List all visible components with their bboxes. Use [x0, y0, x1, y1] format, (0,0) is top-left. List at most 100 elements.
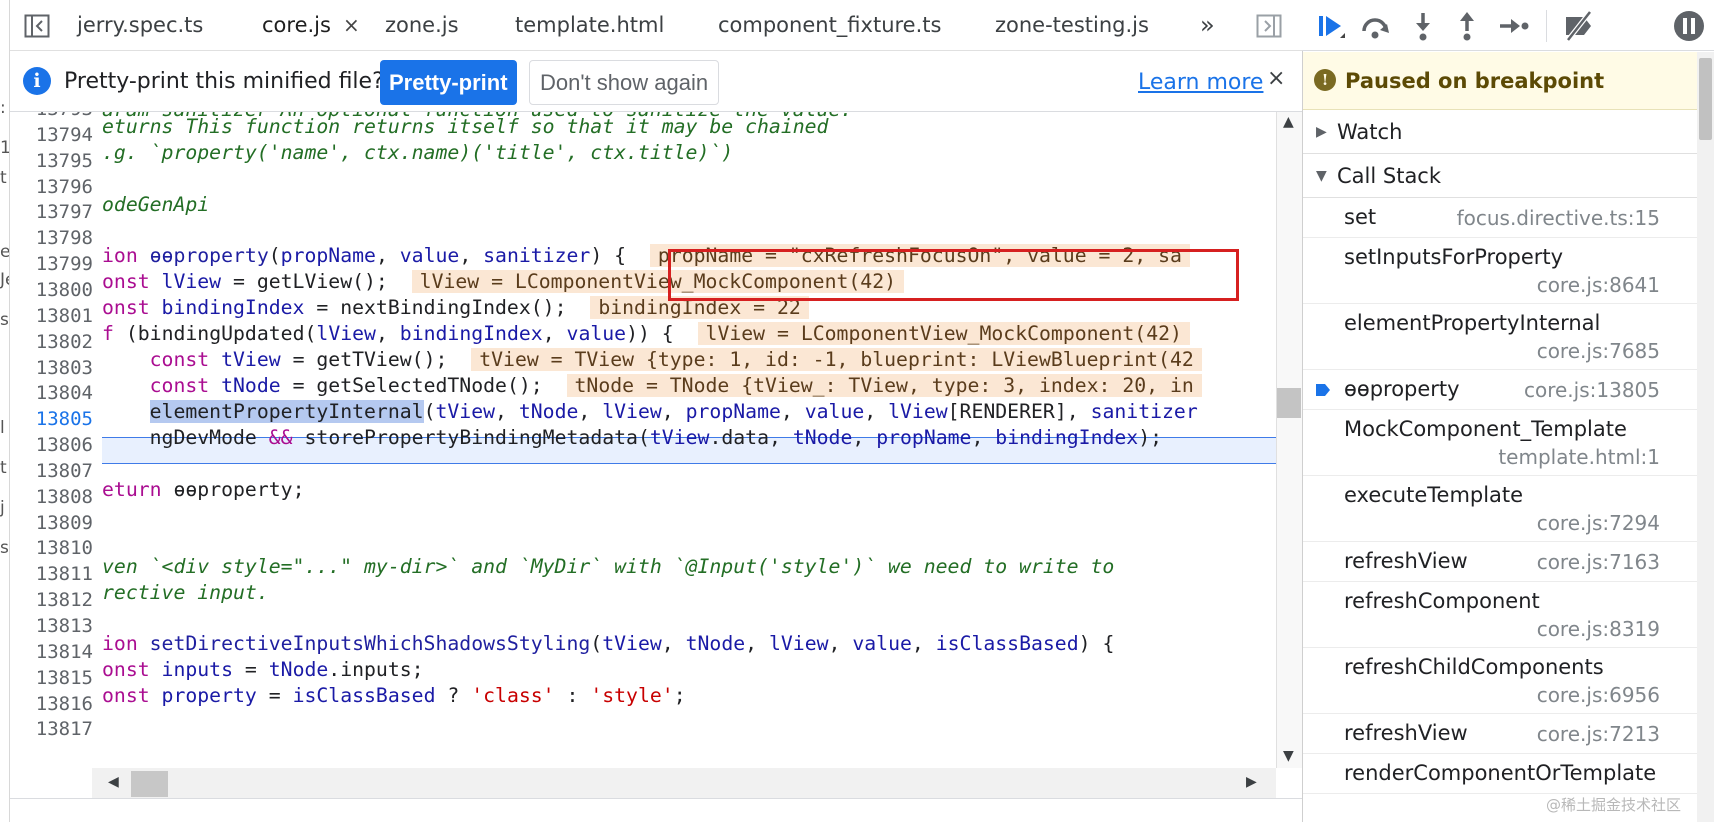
line-number[interactable]: 13794 [10, 124, 93, 146]
line-number[interactable]: 13810 [10, 537, 93, 559]
line-number[interactable]: 13798 [10, 227, 93, 249]
step-icon[interactable] [1496, 9, 1530, 43]
left-edge-glyph: t [0, 168, 7, 188]
frame-location[interactable]: core.js:7294 [1537, 511, 1660, 535]
frame-location[interactable]: template.html:1 [1498, 445, 1660, 469]
frame-location[interactable]: core.js:8641 [1537, 273, 1660, 297]
tab-zone-js[interactable]: zone.js [385, 0, 459, 51]
line-number[interactable]: 13814 [10, 641, 93, 663]
resume-icon[interactable] [1314, 9, 1348, 43]
frame-function-name: MockComponent_Template [1344, 417, 1627, 441]
debugger-toolbar [1302, 0, 1714, 51]
tab-template-html[interactable]: template.html [515, 0, 664, 51]
step-into-icon[interactable] [1406, 9, 1440, 43]
frame-function-name: renderComponentOrTemplate [1344, 761, 1657, 785]
frame-location[interactable]: core.js:13805 [1524, 378, 1660, 402]
left-edge-glyph: l [0, 418, 5, 438]
frame-function-name: refreshView [1344, 549, 1468, 573]
line-number[interactable]: 13808 [10, 486, 93, 508]
frame-location[interactable]: core.js:7213 [1537, 722, 1660, 746]
toolbar-divider [1546, 10, 1547, 42]
call-stack-frame[interactable]: MockComponent_Template template.html:1 [1303, 410, 1697, 476]
step-over-icon[interactable] [1358, 9, 1392, 43]
call-stack-frame[interactable]: refreshView core.js:7213 [1303, 714, 1697, 754]
scroll-right-icon[interactable]: ▶ [1246, 774, 1257, 790]
code-line: f (bindingUpdated(lView, bindingIndex, v… [102, 322, 1190, 345]
call-stack-frame[interactable]: refreshComponent core.js:8319 [1303, 582, 1697, 648]
tab-close-icon[interactable]: × [343, 13, 360, 37]
step-out-icon[interactable] [1450, 9, 1484, 43]
code-line: onst property = isClassBased ? 'class' :… [102, 684, 686, 707]
editor-vertical-scrollbar[interactable]: ▲ ▼ [1276, 112, 1302, 768]
tab-core-js[interactable]: core.js × [262, 0, 360, 51]
code-line: eturns This function returns itself so t… [102, 115, 829, 138]
learn-more-link[interactable]: Learn more [1138, 52, 1263, 114]
editor-vertical-scroll-thumb[interactable] [1277, 388, 1301, 418]
line-number[interactable]: 13815 [10, 667, 93, 689]
editor-horizontal-scrollbar[interactable]: ◀ ▶ [92, 768, 1276, 798]
line-number[interactable]: 13796 [10, 176, 93, 198]
editor-horizontal-scroll-thumb[interactable] [131, 771, 168, 797]
call-stack-frame[interactable]: refreshView core.js:7163 [1303, 542, 1697, 582]
more-tabs-icon[interactable]: » [1200, 0, 1215, 51]
tab-component-fixture[interactable]: component_fixture.ts [718, 0, 941, 51]
frame-location[interactable]: focus.directive.ts:15 [1457, 206, 1660, 230]
code-editor[interactable]: 13793 13794 13795 13796 13797 13798 13799 13800… [10, 112, 1276, 798]
call-stack-frame[interactable]: executeTemplate core.js:7294 [1303, 476, 1697, 542]
sidebar-scrollbar[interactable] [1697, 52, 1714, 822]
line-number[interactable]: 13801 [10, 305, 93, 327]
tab-zone-testing[interactable]: zone-testing.js [995, 0, 1149, 51]
toggle-debugger-icon[interactable] [1256, 13, 1282, 39]
watch-section-header[interactable]: ▶ Watch [1303, 110, 1697, 154]
line-number[interactable]: 13797 [10, 201, 93, 223]
frame-location[interactable]: core.js:8319 [1537, 617, 1660, 641]
line-number[interactable]: 13793 [10, 112, 93, 120]
infobar-message: Pretty-print this minified file? [64, 69, 384, 94]
line-number[interactable]: 13806 [10, 434, 93, 456]
frame-location[interactable]: core.js:7685 [1537, 339, 1660, 363]
line-number[interactable]: 13803 [10, 357, 93, 379]
call-stack-frame[interactable]: refreshChildComponents core.js:6956 [1303, 648, 1697, 714]
deactivate-breakpoints-icon[interactable] [1562, 9, 1596, 43]
frame-location[interactable]: core.js:7163 [1537, 550, 1660, 574]
call-stack-frame[interactable]: setInputsForProperty core.js:8641 [1303, 238, 1697, 304]
line-number[interactable]: 13817 [10, 718, 93, 740]
code-line: ven `<div style="..." my-dir>` and `MyDi… [102, 555, 1115, 578]
line-number[interactable]: 13804 [10, 382, 93, 404]
line-number[interactable]: 13809 [10, 512, 93, 534]
line-number[interactable]: 13811 [10, 563, 93, 585]
pause-on-exceptions-icon[interactable] [1672, 9, 1706, 43]
line-number[interactable]: 13813 [10, 615, 93, 637]
code-line: onst inputs = tNode.inputs; [102, 658, 424, 681]
line-number[interactable]: 13807 [10, 460, 93, 482]
line-number[interactable]: 13800 [10, 279, 93, 301]
code-line: eturn ɵɵproperty; [102, 478, 305, 501]
inline-value: lView = LComponentView_MockComponent(42) [697, 322, 1190, 345]
line-number[interactable]: 13799 [10, 253, 93, 275]
expand-triangle-icon: ▶ [1316, 124, 1327, 140]
left-edge-glyph: t [0, 458, 7, 478]
tab-jerry-spec[interactable]: jerry.spec.ts [77, 0, 203, 51]
line-number[interactable]: 13812 [10, 589, 93, 611]
watermark: @稀土掘金技术社区 [1546, 796, 1682, 814]
line-number[interactable]: 13802 [10, 331, 93, 353]
scroll-up-icon[interactable]: ▲ [1283, 114, 1294, 130]
call-stack-frame[interactable]: ɵɵproperty core.js:13805 [1303, 370, 1697, 410]
scroll-left-icon[interactable]: ◀ [108, 774, 119, 790]
sidebar-scroll-thumb[interactable] [1699, 58, 1712, 140]
call-stack-frame[interactable]: set focus.directive.ts:15 [1303, 198, 1697, 238]
scroll-down-icon[interactable]: ▼ [1283, 748, 1294, 764]
line-number[interactable]: 13816 [10, 693, 93, 715]
code-line: const tNode = getSelectedTNode(); tNode … [102, 374, 1202, 397]
toggle-navigator-icon[interactable] [24, 13, 50, 39]
dont-show-again-button[interactable]: Don't show again [529, 60, 720, 105]
frame-location[interactable]: core.js:6956 [1537, 683, 1660, 707]
call-stack-frame[interactable]: elementPropertyInternal core.js:7685 [1303, 304, 1697, 370]
line-number[interactable]: 13795 [10, 150, 93, 172]
infobar-close-icon[interactable]: × [1267, 66, 1285, 91]
line-number[interactable]: 13805 [10, 408, 93, 430]
call-stack-section-header[interactable]: ▼ Call Stack [1303, 154, 1697, 198]
call-stack-frame[interactable]: renderComponentOrTemplate [1303, 754, 1697, 794]
code-line: rective input. [102, 581, 269, 604]
pretty-print-button[interactable]: Pretty-print [380, 60, 517, 105]
